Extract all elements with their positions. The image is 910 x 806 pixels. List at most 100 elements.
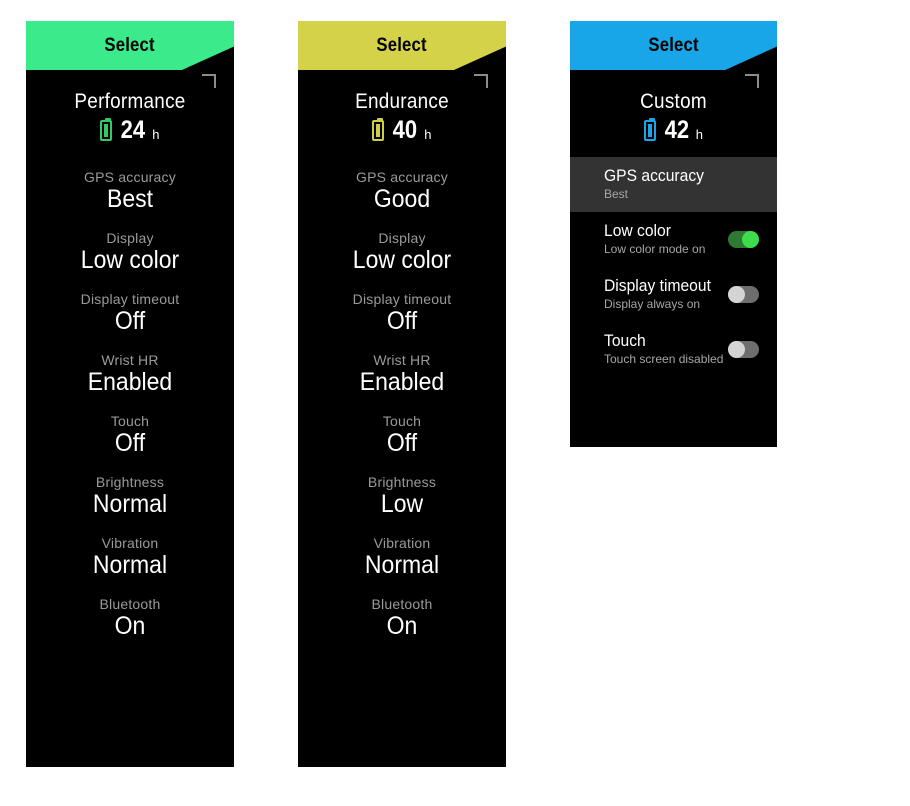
battery-estimate: 24 h xyxy=(26,118,234,143)
setting-item-vibration[interactable]: Vibration Normal xyxy=(26,535,234,580)
setting-item-wrist-hr[interactable]: Wrist HR Enabled xyxy=(26,352,234,397)
setting-value: Good xyxy=(373,185,431,213)
setting-row-subtitle: Best xyxy=(604,187,629,202)
setting-item-gps-accuracy[interactable]: GPS accuracy Good xyxy=(298,169,506,214)
setting-value: Off xyxy=(114,429,146,457)
setting-item-gps-accuracy[interactable]: GPS accuracy Best xyxy=(26,169,234,214)
toggle-knob xyxy=(742,231,759,248)
setting-row-subtitle: Low color mode on xyxy=(604,242,706,257)
setting-value: Normal xyxy=(364,551,440,579)
setting-item-vibration[interactable]: Vibration Normal xyxy=(298,535,506,580)
setting-row-subtitle: Touch screen disabled xyxy=(604,352,724,367)
setting-label: Touch xyxy=(382,413,422,429)
battery-hours-unit: h xyxy=(152,127,160,142)
setting-row-title: Display timeout xyxy=(604,275,711,295)
setting-row-low-color[interactable]: Low color Low color mode on xyxy=(570,212,777,267)
mode-summary: Performance 24 h xyxy=(26,70,234,143)
watch-panel-custom: Select Custom 42 h GPS accuracy Best Low color… xyxy=(570,21,777,447)
setting-item-wrist-hr[interactable]: Wrist HR Enabled xyxy=(298,352,506,397)
mode-name: Performance xyxy=(74,90,186,113)
setting-value: Low color xyxy=(352,246,452,274)
setting-row-title: Low color xyxy=(604,220,671,240)
setting-row-text: Display timeout Display always on xyxy=(604,276,720,313)
setting-value: Off xyxy=(386,429,418,457)
header-select-label: Select xyxy=(104,34,156,56)
setting-label: Bluetooth xyxy=(371,596,433,612)
setting-value: Low xyxy=(380,490,424,518)
battery-hours: 24 xyxy=(121,116,146,144)
toggle-knob xyxy=(728,286,745,303)
setting-item-display-timeout[interactable]: Display timeout Off xyxy=(298,291,506,336)
setting-label: Brightness xyxy=(367,474,437,490)
setting-item-touch[interactable]: Touch Off xyxy=(26,413,234,458)
toggle-low-color[interactable] xyxy=(728,231,759,248)
setting-item-display[interactable]: Display Low color xyxy=(298,230,506,275)
header-select-bar[interactable]: Select xyxy=(570,21,777,70)
battery-hours-unit: h xyxy=(424,127,432,142)
setting-label: Display timeout xyxy=(80,291,180,307)
setting-label: GPS accuracy xyxy=(84,169,176,185)
settings-list: GPS accuracy Best Display Low color Display … xyxy=(26,143,234,641)
setting-value: Normal xyxy=(92,551,168,579)
setting-label: Wrist HR xyxy=(373,352,431,368)
mode-name: Endurance xyxy=(355,90,449,113)
toggle-touch[interactable] xyxy=(728,341,759,358)
battery-hours-unit: h xyxy=(695,127,704,142)
battery-hours: 40 xyxy=(393,116,418,144)
setting-value: Off xyxy=(386,307,418,335)
setting-item-brightness[interactable]: Brightness Low xyxy=(298,474,506,519)
setting-label: Vibration xyxy=(101,535,159,551)
setting-label: Display timeout xyxy=(352,291,452,307)
setting-item-bluetooth[interactable]: Bluetooth On xyxy=(26,596,234,641)
setting-item-display[interactable]: Display Low color xyxy=(26,230,234,275)
setting-value: Off xyxy=(114,307,146,335)
setting-item-touch[interactable]: Touch Off xyxy=(298,413,506,458)
setting-label: Display xyxy=(106,230,154,246)
watch-panel-performance: Select Performance 24 h GPS accuracy Best Disp… xyxy=(26,21,234,767)
setting-row-subtitle: Display always on xyxy=(604,297,701,312)
settings-row-list: GPS accuracy Best Low color Low color mode … xyxy=(570,157,777,377)
setting-row-text: Low color Low color mode on xyxy=(604,221,705,258)
watch-panel-endurance: Select Endurance 40 h GPS accuracy Good Displa… xyxy=(298,21,506,767)
setting-label: Vibration xyxy=(373,535,431,551)
header-select-bar[interactable]: Select xyxy=(26,21,234,70)
battery-icon xyxy=(100,118,113,141)
header-select-bar[interactable]: Select xyxy=(298,21,506,70)
setting-value: Normal xyxy=(92,490,168,518)
battery-estimate: 40 h xyxy=(298,118,506,143)
battery-icon xyxy=(643,118,656,141)
toggle-knob xyxy=(728,341,745,358)
setting-label: Wrist HR xyxy=(101,352,159,368)
setting-item-bluetooth[interactable]: Bluetooth On xyxy=(298,596,506,641)
battery-estimate: 42 h xyxy=(570,118,777,143)
setting-value: Best xyxy=(106,185,154,213)
mode-summary: Endurance 40 h xyxy=(298,70,506,143)
battery-hours: 42 xyxy=(664,116,690,144)
mode-summary: Custom 42 h xyxy=(570,70,777,143)
header-select-label: Select xyxy=(648,34,699,56)
setting-value: Enabled xyxy=(87,368,173,396)
setting-value: On xyxy=(114,612,146,640)
screenshot-canvas: Select Performance 24 h GPS accuracy Best Disp… xyxy=(0,0,910,806)
setting-row-text: Touch Touch screen disabled xyxy=(604,331,723,368)
setting-item-brightness[interactable]: Brightness Normal xyxy=(26,474,234,519)
setting-label: GPS accuracy xyxy=(356,169,448,185)
toggle-display-timeout[interactable] xyxy=(728,286,759,303)
mode-name: Custom xyxy=(640,90,707,113)
setting-label: Brightness xyxy=(95,474,165,490)
setting-value: Enabled xyxy=(359,368,445,396)
setting-value: Low color xyxy=(80,246,180,274)
setting-row-title: Touch xyxy=(604,330,646,350)
setting-row-gps-accuracy[interactable]: GPS accuracy Best xyxy=(570,157,777,212)
setting-label: Bluetooth xyxy=(99,596,161,612)
setting-row-text: GPS accuracy Best xyxy=(604,166,713,203)
setting-value: On xyxy=(386,612,418,640)
header-select-label: Select xyxy=(376,34,428,56)
setting-item-display-timeout[interactable]: Display timeout Off xyxy=(26,291,234,336)
battery-icon xyxy=(372,118,385,141)
setting-row-title: GPS accuracy xyxy=(604,165,704,185)
settings-list: GPS accuracy Good Display Low color Display … xyxy=(298,143,506,641)
setting-row-touch[interactable]: Touch Touch screen disabled xyxy=(570,322,777,377)
setting-label: Display xyxy=(378,230,426,246)
setting-row-display-timeout[interactable]: Display timeout Display always on xyxy=(570,267,777,322)
